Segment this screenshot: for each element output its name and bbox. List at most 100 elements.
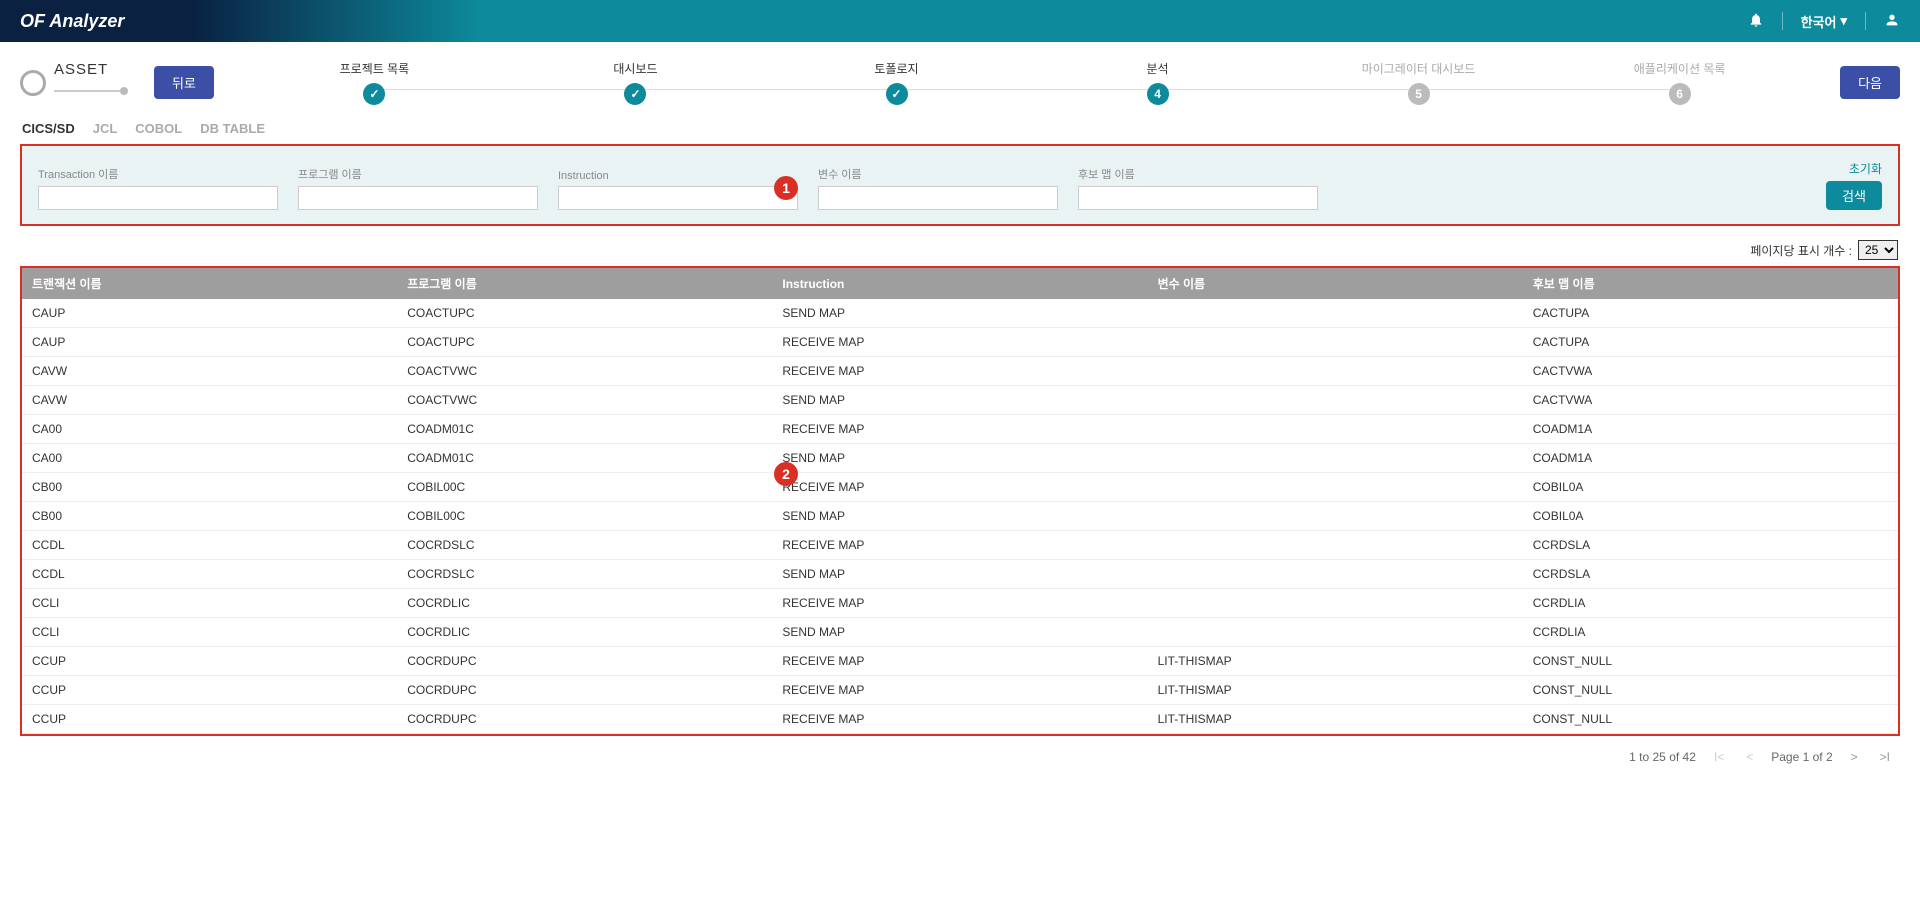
cell: CCRDLIA <box>1523 618 1898 647</box>
page-size-select[interactable]: 25 <box>1858 240 1898 260</box>
asset-line <box>54 90 124 92</box>
cell <box>1148 299 1523 328</box>
step-4[interactable]: 마이그레이터 대시보드5 <box>1288 60 1549 105</box>
cell: CCLI <box>22 589 397 618</box>
step-number: 4 <box>1147 83 1169 105</box>
next-button[interactable]: 다음 <box>1840 66 1900 99</box>
cell <box>1148 589 1523 618</box>
cell: RECEIVE MAP <box>772 676 1147 705</box>
bell-icon[interactable] <box>1748 12 1764 31</box>
pager-page-label: Page 1 of 2 <box>1771 750 1832 764</box>
pager-next[interactable]: > <box>1847 750 1862 764</box>
cell: SEND MAP <box>772 502 1147 531</box>
step-3[interactable]: 분석 4 <box>1027 60 1288 105</box>
cell: LIT-THISMAP <box>1148 676 1523 705</box>
cell: RECEIVE MAP <box>772 531 1147 560</box>
table-row[interactable]: CAUPCOACTUPCRECEIVE MAPCACTUPA <box>22 328 1898 357</box>
cell <box>1148 502 1523 531</box>
tab-db-table[interactable]: DB TABLE <box>200 121 265 140</box>
table-row[interactable]: CAVWCOACTVWCRECEIVE MAPCACTVWA <box>22 357 1898 386</box>
cell: SEND MAP <box>772 386 1147 415</box>
table-row[interactable]: CA00COADM01CSEND MAPCOADM1A <box>22 444 1898 473</box>
filter-variable-input[interactable] <box>818 186 1058 210</box>
cell: SEND MAP <box>772 299 1147 328</box>
cell: CAVW <box>22 386 397 415</box>
asset-block: ASSET <box>20 70 124 96</box>
cell: COCRDLIC <box>397 618 772 647</box>
th-candidate[interactable]: 후보 맵 이름 <box>1523 268 1898 299</box>
cell: CA00 <box>22 415 397 444</box>
cell: COADM01C <box>397 415 772 444</box>
cell: CA00 <box>22 444 397 473</box>
cell: COCRDUPC <box>397 705 772 734</box>
cell: CCUP <box>22 676 397 705</box>
step-label: 분석 <box>1146 60 1168 77</box>
table-row[interactable]: CCUPCOCRDUPCRECEIVE MAPLIT-THISMAPCONST_… <box>22 705 1898 734</box>
subtabs: CICS/SD JCL COBOL DB TABLE <box>0 115 1920 140</box>
th-program[interactable]: 프로그램 이름 <box>397 268 772 299</box>
filter-candidate-label: 후보 맵 이름 <box>1078 166 1318 182</box>
th-variable[interactable]: 변수 이름 <box>1148 268 1523 299</box>
step-label: 프로젝트 목록 <box>340 60 410 77</box>
filter-instruction-input[interactable] <box>558 186 798 210</box>
check-icon: ✓ <box>886 83 908 105</box>
cell: COBIL0A <box>1523 502 1898 531</box>
back-button[interactable]: 뒤로 <box>154 66 214 99</box>
filter-transaction-input[interactable] <box>38 186 278 210</box>
cell: CACTVWA <box>1523 357 1898 386</box>
table-header-row: 트랜잭션 이름 프로그램 이름 Instruction 변수 이름 후보 맵 이… <box>22 268 1898 299</box>
table-row[interactable]: CCDLCOCRDSLCSEND MAPCCRDSLA <box>22 560 1898 589</box>
cell: CCDL <box>22 531 397 560</box>
cell <box>1148 531 1523 560</box>
tab-cobol[interactable]: COBOL <box>135 121 182 140</box>
language-selector[interactable]: 한국어 ▾ <box>1801 12 1847 31</box>
pager-prev[interactable]: < <box>1742 750 1757 764</box>
table-row[interactable]: CCUPCOCRDUPCRECEIVE MAPLIT-THISMAPCONST_… <box>22 647 1898 676</box>
filter-transaction-label: Transaction 이름 <box>38 166 278 182</box>
cell: RECEIVE MAP <box>772 705 1147 734</box>
user-icon[interactable] <box>1884 12 1900 31</box>
cell: COBIL00C <box>397 473 772 502</box>
step-2[interactable]: 토폴로지✓ <box>766 60 1027 105</box>
tab-cics-sd[interactable]: CICS/SD <box>22 121 75 140</box>
cell <box>1148 444 1523 473</box>
table-row[interactable]: CAUPCOACTUPCSEND MAPCACTUPA <box>22 299 1898 328</box>
table-row[interactable]: CB00COBIL00CSEND MAPCOBIL0A <box>22 502 1898 531</box>
pager-last[interactable]: >I <box>1876 750 1894 764</box>
page-size-label: 페이지당 표시 개수 : <box>1750 242 1852 259</box>
table-row[interactable]: CA00COADM01CRECEIVE MAPCOADM1A <box>22 415 1898 444</box>
table-row[interactable]: CCDLCOCRDSLCRECEIVE MAPCCRDSLA <box>22 531 1898 560</box>
tab-jcl[interactable]: JCL <box>93 121 118 140</box>
step-1[interactable]: 대시보드✓ <box>505 60 766 105</box>
search-button[interactable]: 검색 <box>1826 181 1882 210</box>
cell: CACTUPA <box>1523 299 1898 328</box>
table-row[interactable]: CB00COBIL00CRECEIVE MAPCOBIL0A <box>22 473 1898 502</box>
chevron-down-icon: ▾ <box>1840 13 1847 29</box>
pager-first[interactable]: I< <box>1710 750 1728 764</box>
filter-candidate-input[interactable] <box>1078 186 1318 210</box>
cell <box>1148 473 1523 502</box>
cell: CB00 <box>22 502 397 531</box>
cell: COACTVWC <box>397 357 772 386</box>
table-row[interactable]: CAVWCOACTVWCSEND MAPCACTVWA <box>22 386 1898 415</box>
table-row[interactable]: CCUPCOCRDUPCRECEIVE MAPLIT-THISMAPCONST_… <box>22 676 1898 705</box>
reset-link[interactable]: 초기화 <box>1849 160 1882 177</box>
step-5[interactable]: 애플리케이션 목록6 <box>1549 60 1810 105</box>
filter-program-input[interactable] <box>298 186 538 210</box>
check-icon: ✓ <box>624 83 646 105</box>
cell: LIT-THISMAP <box>1148 705 1523 734</box>
table-row[interactable]: CCLICOCRDLICSEND MAPCCRDLIA <box>22 618 1898 647</box>
th-transaction[interactable]: 트랜잭션 이름 <box>22 268 397 299</box>
table-row[interactable]: CCLICOCRDLICRECEIVE MAPCCRDLIA <box>22 589 1898 618</box>
cell: COACTVWC <box>397 386 772 415</box>
filter-panel: Transaction 이름 프로그램 이름 Instruction 변수 이름… <box>20 144 1900 226</box>
cell: CONST_NULL <box>1523 676 1898 705</box>
cell: CCUP <box>22 705 397 734</box>
cell: RECEIVE MAP <box>772 647 1147 676</box>
cell: CCRDSLA <box>1523 531 1898 560</box>
filter-instruction-label: Instruction <box>558 170 798 182</box>
th-instruction[interactable]: Instruction <box>772 268 1147 299</box>
step-0[interactable]: 프로젝트 목록✓ <box>244 60 505 105</box>
cell: CB00 <box>22 473 397 502</box>
cell: COCRDLIC <box>397 589 772 618</box>
